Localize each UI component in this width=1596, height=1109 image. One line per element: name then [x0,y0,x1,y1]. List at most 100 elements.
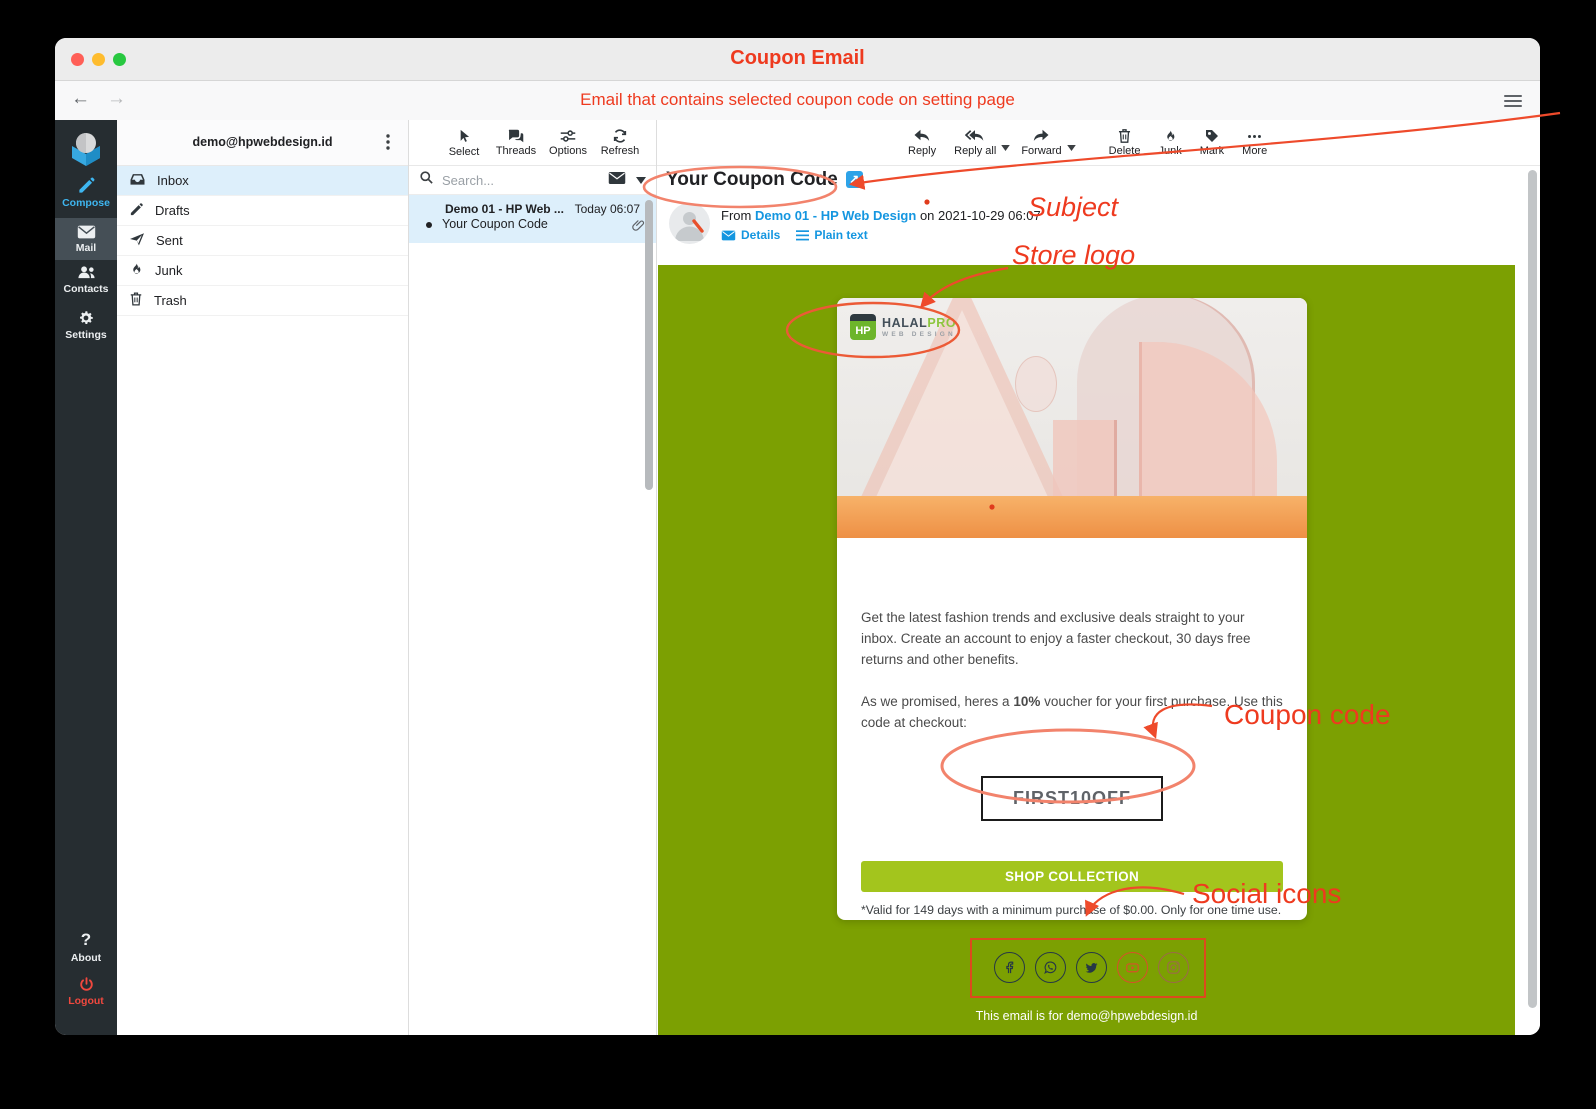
threads-button[interactable]: Threads [493,128,539,157]
email-paragraph-1: Get the latest fashion trends and exclus… [861,608,1283,671]
email-body: HP HALALPRO WEB DESIGN Get the latest fa… [658,265,1515,1035]
folder-label: Sent [156,233,183,248]
message-toolbar: Reply Reply all Forward Delete [657,120,1540,166]
browser-menu-icon[interactable] [1504,92,1522,106]
nav-rail: Compose Mail Contacts Settings [55,120,117,1035]
select-label: Select [441,146,487,158]
more-icon [1242,129,1267,144]
message-view-scrollbar[interactable] [1528,170,1537,1008]
webmail-app: Compose Mail Contacts Settings [55,120,1540,1035]
envelope-filter-icon[interactable] [608,171,626,190]
message-subject: Your Coupon Code [442,217,548,231]
delete-button[interactable]: Delete [1100,128,1150,157]
facebook-icon[interactable] [994,952,1025,983]
brand-name-dark: HALAL [882,316,927,330]
sidebar-item-mail[interactable]: Mail [55,218,117,260]
meta-line: Details Plain text [721,228,868,242]
paper-plane-icon [129,232,156,249]
brand-name-green: PRO [927,316,956,330]
more-button[interactable]: More [1233,129,1276,157]
trash-icon [129,291,154,310]
discount-percent: 10% [1013,694,1040,709]
compose-icon [55,176,117,195]
reply-icon [908,129,936,144]
sidebar-item-compose[interactable]: Compose [55,176,117,209]
sidebar-item-logout[interactable]: Logout [55,976,117,1007]
toolbar-annotation: Email that contains selected coupon code… [55,90,1540,110]
tag-icon [1200,128,1224,144]
sidebar-item-settings[interactable]: Settings [55,309,117,341]
folder-junk[interactable]: Junk [117,256,408,286]
about-label: About [55,952,117,964]
folder-label: Inbox [157,173,189,188]
whatsapp-icon[interactable] [1035,952,1066,983]
power-icon [55,976,117,993]
sidebar-item-contacts[interactable]: Contacts [55,264,117,295]
message-view-panel: Reply Reply all Forward Delete [657,120,1540,1035]
email-date: 2021-10-29 06:07 [938,208,1041,223]
search-placeholder: Search... [442,173,608,188]
hero-quarter-shape [1139,342,1277,520]
details-toggle[interactable]: Details [721,228,780,242]
folder-drafts[interactable]: Drafts [117,196,408,226]
folder-label: Trash [154,293,187,308]
trash-icon [1109,128,1141,144]
message-list-panel: Select Threads Options Refresh Search... [409,120,657,1035]
message-list-scrollbar[interactable] [645,200,653,490]
flame-icon [1158,128,1181,144]
youtube-icon[interactable] [1117,952,1148,983]
unread-dot [426,222,432,228]
social-icons-row [994,952,1189,983]
title-bar: Coupon Email [55,38,1540,81]
browser-window: Coupon Email ← → Email that contains sel… [55,38,1540,1035]
sliders-icon [545,128,591,144]
store-logo: HP HALALPRO WEB DESIGN [850,314,956,340]
refresh-label: Refresh [597,145,643,157]
folder-options-icon[interactable] [380,133,396,153]
select-button[interactable]: Select [441,128,487,158]
sidebar-item-about[interactable]: ? About [55,930,117,964]
mark-button[interactable]: Mark [1191,128,1233,157]
search-scope-chevron-icon[interactable] [636,171,646,189]
plain-text-toggle[interactable]: Plain text [796,228,867,242]
contacts-label: Contacts [55,283,117,295]
junk-button[interactable]: Junk [1149,128,1190,157]
email-card: HP HALALPRO WEB DESIGN Get the latest fa… [837,298,1307,920]
email-paragraph-2: As we promised, heres a 10% voucher for … [861,692,1283,734]
threads-label: Threads [493,145,539,157]
reply-button[interactable]: Reply [899,129,945,157]
paperclip-icon [631,218,646,239]
brand-tagline: WEB DESIGN [882,331,956,338]
forward-icon [1021,129,1061,144]
mail-label: Mail [55,242,117,254]
twitter-icon[interactable] [1076,952,1107,983]
compose-label: Compose [55,197,117,209]
sender-link[interactable]: Demo 01 - HP Web Design [755,208,916,223]
email-subject-header: Your Coupon Code↗ [666,169,863,191]
open-in-new-window-icon[interactable]: ↗ [846,171,863,188]
message-list-toolbar: Select Threads Options Refresh [409,120,656,166]
folder-inbox[interactable]: Inbox [117,166,408,196]
mail-icon [55,224,117,240]
options-button[interactable]: Options [545,128,591,157]
reply-all-icon [954,129,996,144]
coupon-code-box[interactable]: FIRST10OFF [981,776,1163,821]
shop-collection-button[interactable]: SHOP COLLECTION [861,861,1283,892]
reply-all-button[interactable]: Reply all [945,129,1005,157]
logout-label: Logout [55,995,117,1007]
folder-label: Drafts [155,203,190,218]
message-list-item[interactable]: Demo 01 - HP Web ... Today 06:07 Your Co… [409,195,656,243]
gear-icon [55,309,117,327]
folder-sent[interactable]: Sent [117,226,408,256]
search-icon [419,170,434,190]
search-bar[interactable]: Search... [409,166,656,195]
roundcube-logo [66,128,106,168]
forward-button[interactable]: Forward [1012,129,1070,157]
sender-avatar [669,203,710,244]
folder-trash[interactable]: Trash [117,286,408,316]
folder-panel: demo@hpwebdesign.id Inbox Drafts Sent Ju… [117,120,409,1035]
from-line: From Demo 01 - HP Web Design on 2021-10-… [721,208,1041,223]
email-card-content: Get the latest fashion trends and exclus… [837,538,1307,917]
instagram-icon[interactable] [1158,952,1189,983]
refresh-button[interactable]: Refresh [597,128,643,157]
